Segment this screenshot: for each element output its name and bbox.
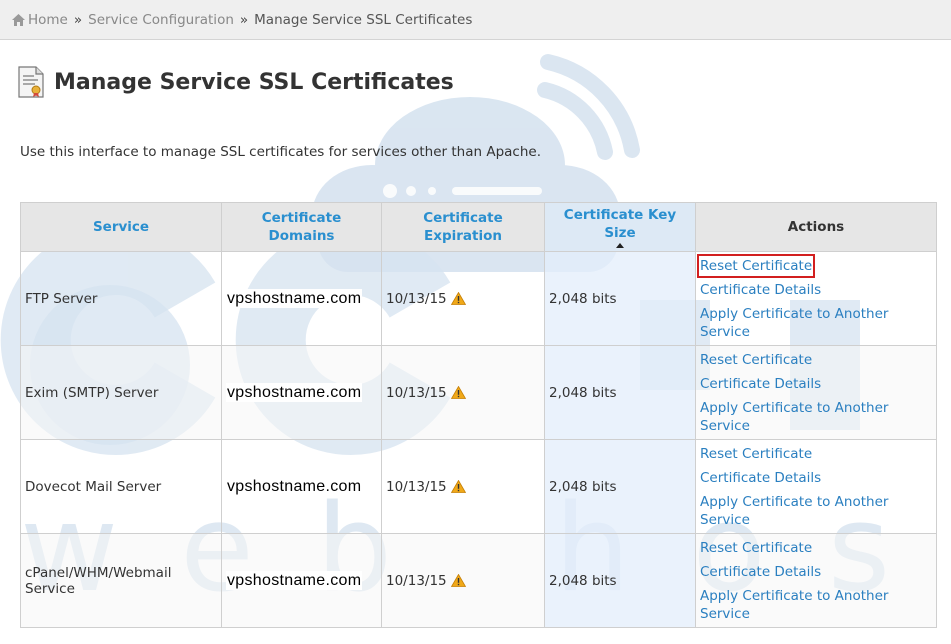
key-size: 2,048 bits [549, 384, 617, 401]
service-cell: Dovecot Mail Server [20, 439, 222, 534]
expiration-cell: 10/13/15 [381, 439, 545, 534]
certificate-details-link[interactable]: Certificate Details [700, 281, 932, 299]
domain-cell: vpshostname.com [221, 533, 382, 628]
certificate-details-link[interactable]: Certificate Details [700, 563, 932, 581]
breadcrumb: Home » Service Configuration » Manage Se… [0, 0, 951, 40]
warning-icon [450, 291, 466, 305]
reset-certificate-link[interactable]: Reset Certificate [700, 351, 932, 369]
expiration-date: 10/13/15 [386, 478, 447, 495]
warning-icon [450, 479, 466, 493]
service-name: Exim (SMTP) Server [25, 384, 159, 401]
table-header-row: Service Certificate Domains Certificate E… [20, 202, 937, 252]
column-header-certificate-expiration[interactable]: Certificate Expiration [381, 202, 545, 252]
breadcrumb-separator: » [73, 11, 83, 28]
expiration-cell: 10/13/15 [381, 533, 545, 628]
key-size: 2,048 bits [549, 572, 617, 589]
table-row: Dovecot Mail Server vpshostname.com 10/1… [20, 439, 937, 534]
home-icon [12, 13, 25, 26]
sort-ascending-icon [616, 243, 624, 248]
apply-certificate-link[interactable]: Apply Certificate to Another Service [700, 305, 932, 341]
domain-cell: vpshostname.com [221, 251, 382, 346]
column-header-certificate-key-size[interactable]: Certificate Key Size [544, 202, 696, 252]
actions-cell: Reset Certificate Certificate Details Ap… [695, 533, 937, 628]
key-size-cell: 2,048 bits [544, 533, 696, 628]
actions-cell: Reset Certificate Certificate Details Ap… [695, 251, 937, 346]
breadcrumb-current: Manage Service SSL Certificates [254, 11, 473, 28]
service-name: cPanel/WHM/Webmail Service [25, 564, 172, 597]
service-cell: cPanel/WHM/Webmail Service [20, 533, 222, 628]
key-size-cell: 2,048 bits [544, 345, 696, 440]
column-header-certificate-domains[interactable]: Certificate Domains [221, 202, 382, 252]
apply-certificate-link[interactable]: Apply Certificate to Another Service [700, 587, 932, 623]
page-description: Use this interface to manage SSL certifi… [20, 144, 542, 160]
expiration-date: 10/13/15 [386, 572, 447, 589]
apply-certificate-link[interactable]: Apply Certificate to Another Service [700, 399, 932, 435]
column-header-actions: Actions [695, 202, 937, 252]
service-cell: FTP Server [20, 251, 222, 346]
certificate-domain: vpshostname.com [226, 570, 363, 590]
key-size: 2,048 bits [549, 290, 617, 307]
certificate-domain: vpshostname.com [226, 476, 363, 496]
certificate-details-link[interactable]: Certificate Details [700, 469, 932, 487]
certificate-document-icon [18, 66, 44, 98]
key-size-cell: 2,048 bits [544, 439, 696, 534]
reset-certificate-link[interactable]: Reset Certificate [696, 253, 816, 278]
certificate-details-link[interactable]: Certificate Details [700, 375, 932, 393]
certificates-table: Service Certificate Domains Certificate E… [20, 202, 937, 628]
column-header-service[interactable]: Service [20, 202, 222, 252]
expiration-date: 10/13/15 [386, 384, 447, 401]
breadcrumb-home-link[interactable]: Home [28, 12, 68, 28]
actions-cell: Reset Certificate Certificate Details Ap… [695, 439, 937, 534]
domain-cell: vpshostname.com [221, 439, 382, 534]
service-name: Dovecot Mail Server [25, 478, 162, 495]
certificate-domain: vpshostname.com [226, 382, 363, 402]
page-header: Manage Service SSL Certificates [18, 66, 454, 98]
page-title: Manage Service SSL Certificates [54, 69, 454, 95]
expiration-cell: 10/13/15 [381, 345, 545, 440]
breadcrumb-service-configuration-link[interactable]: Service Configuration [88, 12, 234, 28]
expiration-date: 10/13/15 [386, 290, 447, 307]
domain-cell: vpshostname.com [221, 345, 382, 440]
breadcrumb-separator: » [239, 11, 249, 28]
warning-icon [450, 573, 466, 587]
table-row: cPanel/WHM/Webmail Service vpshostname.c… [20, 533, 937, 628]
key-size: 2,048 bits [549, 478, 617, 495]
certificate-domain: vpshostname.com [226, 288, 363, 308]
table-row: Exim (SMTP) Server vpshostname.com 10/13… [20, 345, 937, 440]
actions-cell: Reset Certificate Certificate Details Ap… [695, 345, 937, 440]
apply-certificate-link[interactable]: Apply Certificate to Another Service [700, 493, 932, 529]
expiration-cell: 10/13/15 [381, 251, 545, 346]
warning-icon [450, 385, 466, 399]
reset-certificate-link[interactable]: Reset Certificate [700, 445, 932, 463]
reset-certificate-link[interactable]: Reset Certificate [700, 539, 932, 557]
table-row: FTP Server vpshostname.com 10/13/15 2,04… [20, 251, 937, 346]
key-size-cell: 2,048 bits [544, 251, 696, 346]
service-cell: Exim (SMTP) Server [20, 345, 222, 440]
service-name: FTP Server [25, 290, 98, 307]
